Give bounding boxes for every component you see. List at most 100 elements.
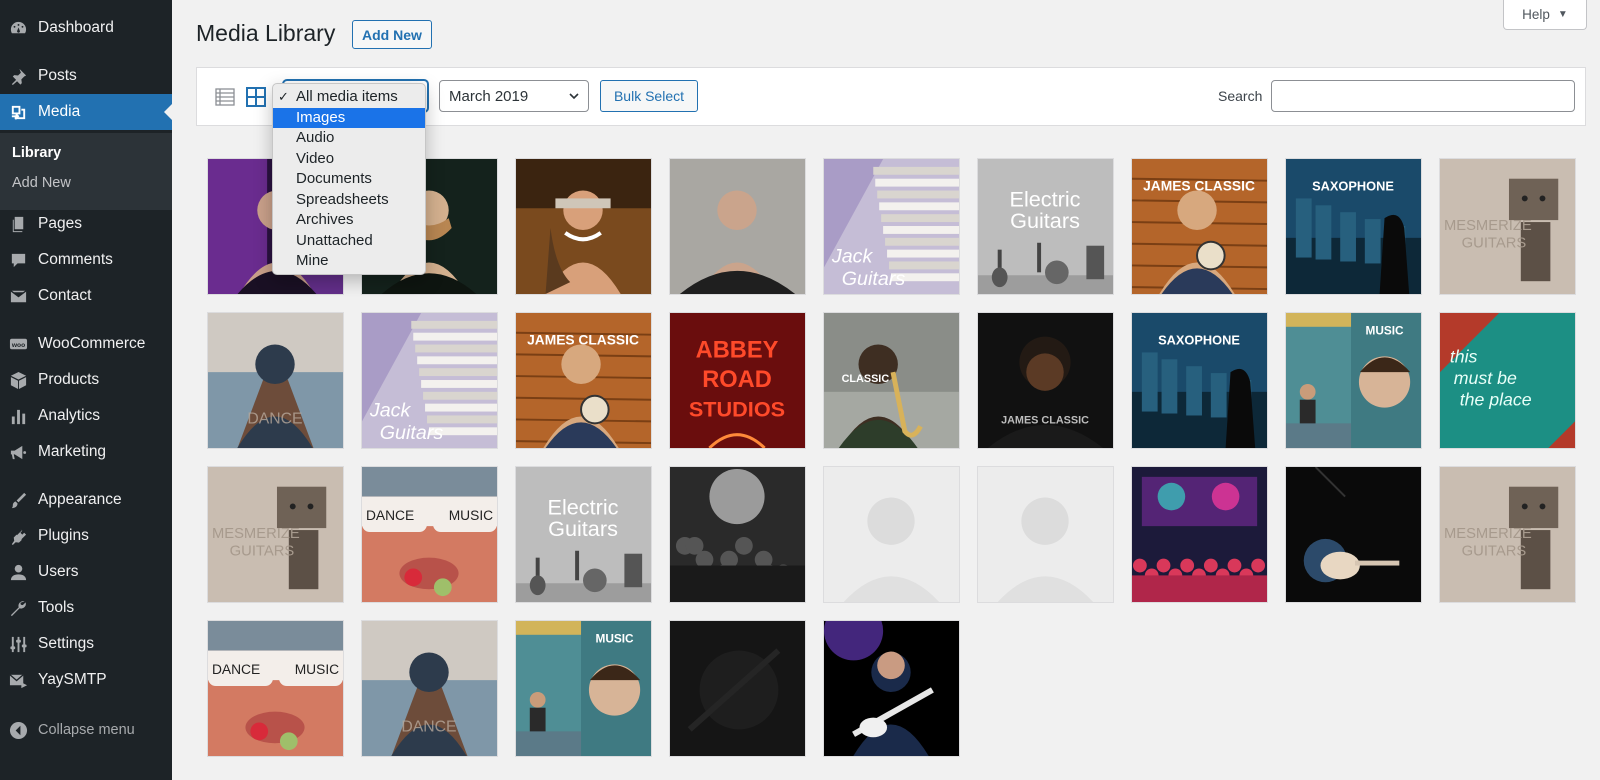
svg-text:Guitars: Guitars [1010,208,1080,233]
dropdown-option-audio[interactable]: Audio [273,128,425,149]
thumbnail-image: MUSIC [1286,313,1421,448]
media-thumbnail-sunglasses[interactable]: DANCE MUSIC [361,466,498,603]
admin-sidebar: Dashboard Posts Media Pages Comments Contact w… [0,0,172,780]
media-thumbnail-sax-player[interactable]: CLASSIC [823,312,960,449]
media-thumbnail-saxophone[interactable]: SAXOPHONE [1285,158,1422,295]
thumbnail-image: DANCE [208,313,343,448]
sidebar-item-label: Media [38,103,81,120]
collapse-icon [8,720,28,740]
sidebar-item-contact[interactable]: Contact [0,278,172,314]
dropdown-option-archives[interactable]: Archives [273,210,425,231]
media-thumbnail-neon-red[interactable]: ABBEY ROAD STUDIOS [669,312,806,449]
media-thumbnail-faded[interactable] [977,466,1114,603]
submenu-item-add-new[interactable]: Add New [12,175,71,191]
svg-text:must be: must be [1454,368,1517,388]
dropdown-option-images[interactable]: Images [273,107,425,128]
media-thumbnail-gray-text[interactable]: Electric Guitars [977,158,1114,295]
thumbnail-image: CLASSIC [824,313,959,448]
media-thumbnail-pier[interactable]: DANCE [361,620,498,757]
date-filter-value: March 2019 [449,87,529,105]
media-thumbnail-guitar-dark[interactable] [1285,466,1422,603]
chevron-down-icon [569,93,579,100]
sidebar-item-analytics[interactable]: Analytics [0,398,172,434]
bar-chart-icon [8,406,28,426]
media-thumbnail-books[interactable]: Jack Guitars [361,312,498,449]
media-thumbnail-wood-banjo[interactable]: JAMES CLASSIC [515,312,652,449]
sidebar-item-media[interactable]: Media [0,94,172,130]
sidebar-item-posts[interactable]: Posts [0,58,172,94]
grid-view-icon[interactable] [245,86,267,108]
sidebar-item-label: Products [38,371,100,388]
page-title: Media Library [196,20,336,46]
collapse-menu-button[interactable]: Collapse menu [0,714,172,746]
dropdown-option-documents[interactable]: Documents [273,169,425,190]
mail-send-icon [8,670,28,690]
sidebar-item-pages[interactable]: Pages [0,206,172,242]
sidebar-item-tools[interactable]: Tools [0,590,172,626]
media-thumbnail-gray-text[interactable]: Electric Guitars [515,466,652,603]
media-thumbnail-faded[interactable] [823,466,960,603]
media-thumbnail-smiling-man[interactable] [515,158,652,295]
media-thumbnail-sunglasses[interactable]: DANCE MUSIC [207,620,344,757]
media-thumbnail-saxophone[interactable]: SAXOPHONE [1131,312,1268,449]
sidebar-item-label: Comments [38,251,113,268]
thumbnail-image [670,621,805,756]
sidebar-item-appearance[interactable]: Appearance [0,482,172,518]
media-thumbnail-pier[interactable]: DANCE [207,312,344,449]
media-thumbnail-black-texture[interactable] [669,620,806,757]
add-new-button[interactable]: Add New [352,20,432,49]
help-tab-button[interactable]: Help ▼ [1503,0,1587,30]
media-thumbnail-robot[interactable]: MESMERIZE GUITARS [207,466,344,603]
media-thumbnail-robot[interactable]: MESMERIZE GUITARS [1439,158,1576,295]
list-view-icon[interactable] [214,86,236,108]
media-thumbnail-books[interactable]: Jack Guitars [823,158,960,295]
sidebar-item-label: Users [38,563,79,580]
dropdown-option-video[interactable]: Video [273,149,425,170]
thumbnail-image [1132,467,1267,602]
media-thumbnail-robot[interactable]: MESMERIZE GUITARS [1439,466,1576,603]
megaphone-icon [8,442,28,462]
svg-text:DANCE: DANCE [366,508,414,523]
sidebar-item-marketing[interactable]: Marketing [0,434,172,470]
svg-text:MESMERIZE: MESMERIZE [212,526,300,542]
dropdown-option-mine[interactable]: Mine [273,251,425,272]
date-filter-select[interactable]: March 2019 [439,80,589,112]
media-thumbnail-man-earphones[interactable] [669,158,806,295]
svg-text:MESMERIZE: MESMERIZE [1444,526,1532,542]
svg-text:MUSIC: MUSIC [1366,324,1405,338]
media-thumbnail-neon-teal[interactable]: this must be the place [1439,312,1576,449]
media-thumbnail-music-girl[interactable]: MUSIC [1285,312,1422,449]
sidebar-item-woocommerce[interactable]: woo WooCommerce [0,326,172,362]
sidebar-item-yaysmtp[interactable]: YaySMTP [0,662,172,698]
bulk-select-button[interactable]: Bulk Select [600,80,698,112]
media-thumbnail-dark-man[interactable]: JAMES CLASSIC [977,312,1114,449]
comment-icon [8,250,28,270]
sidebar-item-settings[interactable]: Settings [0,626,172,662]
dropdown-option-spreadsheets[interactable]: Spreadsheets [273,190,425,211]
sidebar-item-dashboard[interactable]: Dashboard [0,10,172,46]
sidebar-item-label: Settings [38,635,95,652]
svg-text:the place: the place [1460,390,1532,410]
dropdown-option-all-media-items[interactable]: All media items [273,87,425,108]
sidebar-item-plugins[interactable]: Plugins [0,518,172,554]
sidebar-item-products[interactable]: Products [0,362,172,398]
media-thumbnail-guitarist-purple[interactable] [823,620,960,757]
thumbnail-image: ElectricGuitars [978,159,1113,294]
media-thumbnail-crowd-bw[interactable] [669,466,806,603]
svg-text:Jack: Jack [369,399,412,421]
thumbnail-image: SAXOPHONE [1286,159,1421,294]
sidebar-item-label: Analytics [38,407,101,424]
media-thumbnail-concert[interactable] [1131,466,1268,603]
dropdown-option-unattached[interactable]: Unattached [273,231,425,252]
media-icon [8,102,28,122]
svg-text:DANCE: DANCE [247,410,302,427]
sidebar-item-comments[interactable]: Comments [0,242,172,278]
media-thumbnail-wood-banjo[interactable]: JAMES CLASSIC [1131,158,1268,295]
search-input[interactable] [1271,80,1575,112]
submenu-item-library[interactable]: Library [12,145,61,161]
wrench-icon [8,598,28,618]
sidebar-item-label: Tools [38,599,75,616]
thumbnail-image: JackGuitars [362,313,497,448]
sidebar-item-users[interactable]: Users [0,554,172,590]
media-thumbnail-music-girl[interactable]: MUSIC [515,620,652,757]
